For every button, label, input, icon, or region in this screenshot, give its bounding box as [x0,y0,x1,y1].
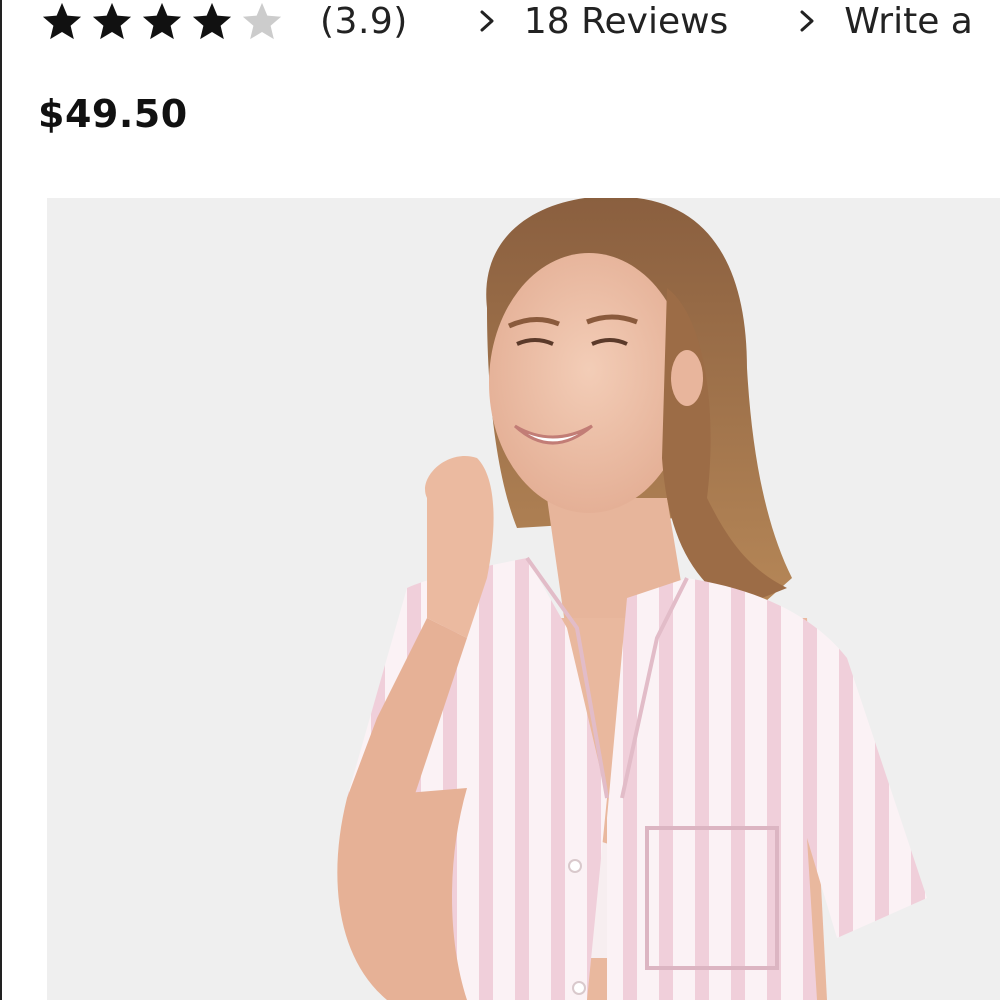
product-photo [47,198,1000,1000]
star-filled-icon [92,2,132,40]
star-rating[interactable] [38,0,286,42]
product-image[interactable] [47,198,1000,1000]
product-price: $49.50 [38,92,188,136]
star-empty-icon [242,2,282,40]
chevron-right-icon [800,10,814,32]
reviews-link[interactable]: 18 Reviews [476,1,728,42]
product-detail-page: (3.9) 18 Reviews Write a $49.50 [0,0,1000,1000]
rating-value: (3.9) [320,0,408,42]
rating-row: (3.9) 18 Reviews Write a [38,0,1000,42]
left-border [0,0,2,1000]
star-filled-icon [42,2,82,40]
star-filled-icon [142,2,182,40]
chevron-right-icon [480,10,494,32]
write-review-label: Write a [844,0,973,42]
star-filled-icon [192,2,232,40]
write-review-link[interactable]: Write a [796,1,973,42]
reviews-link-label: 18 Reviews [523,0,729,42]
